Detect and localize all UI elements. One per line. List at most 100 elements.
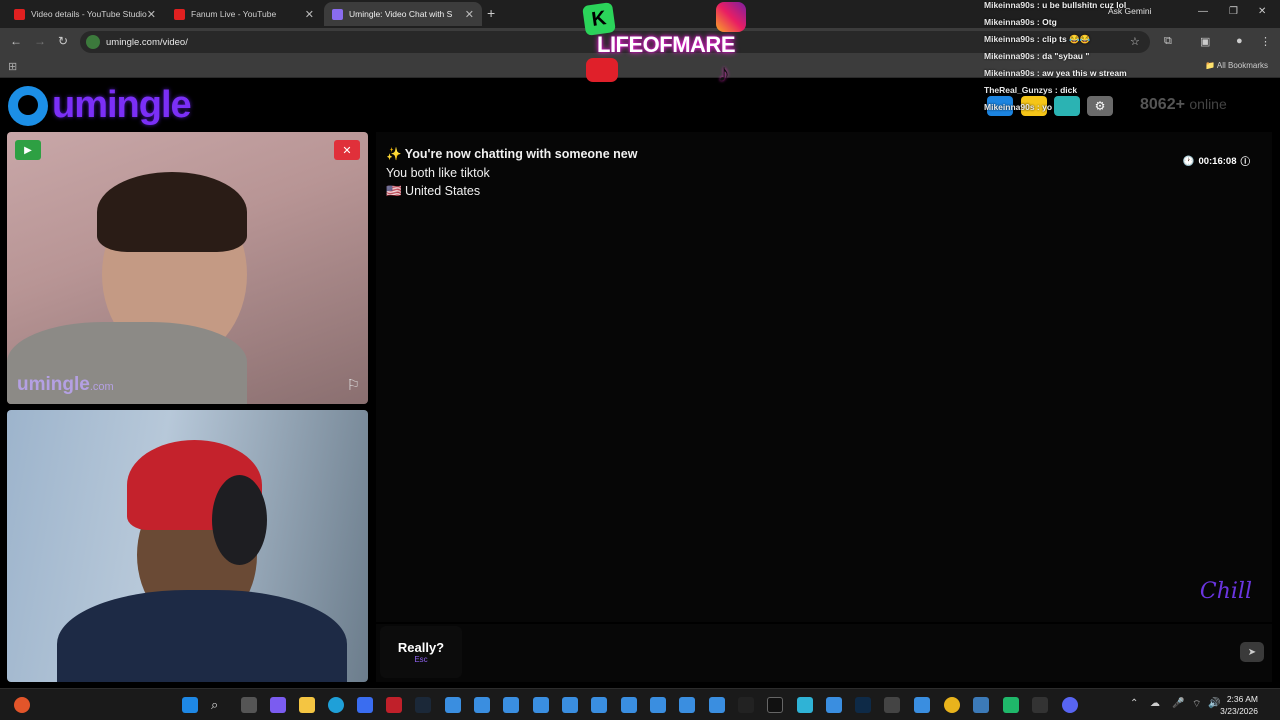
app-icon-13[interactable] (884, 697, 900, 713)
tab-title: Umingle: Video Chat with S (349, 9, 453, 19)
steam-icon[interactable] (415, 697, 431, 713)
sidepanel-icon[interactable]: ▣ (1200, 35, 1210, 48)
photoshop-icon[interactable] (855, 697, 871, 713)
app-icon-6[interactable] (591, 697, 607, 713)
volume-icon[interactable]: 🔊 (1208, 698, 1220, 709)
notification-app-icon[interactable] (14, 697, 30, 713)
system-message: ✨ You're now chatting with someone new (386, 147, 638, 161)
copilot-icon[interactable] (270, 697, 286, 713)
close-tab-icon[interactable]: ✕ (465, 8, 474, 21)
task-view-icon[interactable] (241, 697, 257, 713)
stranger-video: ▶ ✕ umingle.com ⚐ (7, 132, 368, 404)
start-icon[interactable] (182, 697, 198, 713)
discord-icon[interactable] (1062, 697, 1078, 713)
clock-date: 3/23/2026 (1220, 706, 1258, 716)
reload-icon[interactable]: ↻ (58, 34, 68, 48)
all-bookmarks-label: All Bookmarks (1216, 61, 1268, 70)
tab-youtube-studio[interactable]: Video details - YouTube Studio ✕ (6, 2, 164, 26)
app-icon-8[interactable] (650, 697, 666, 713)
app-icon-10[interactable] (709, 697, 725, 713)
youtube-favicon-icon (174, 8, 185, 20)
send-button[interactable]: ➤ (1240, 642, 1264, 662)
country-message: 🇺🇸 United States (386, 184, 481, 198)
extensions-icon[interactable]: ⧉ (1164, 35, 1172, 48)
self-video (7, 410, 368, 682)
skip-button[interactable]: Really? Esc (380, 626, 462, 678)
bookmark-star-icon[interactable]: ☆ (1130, 35, 1140, 48)
windows-taskbar: ⌕ ⌃ ☁ 🎤 ⌔ 🔊 2:36 AM 3/23/2026 (0, 688, 1280, 720)
message-input[interactable] (468, 626, 1238, 678)
menu-icon[interactable]: ⋮ (1260, 35, 1271, 48)
language-button[interactable] (1054, 96, 1080, 116)
close-window-icon[interactable]: ✕ (1258, 6, 1266, 17)
stream-chat-line: Mikeinna90s : yo (984, 102, 1053, 112)
app-icon-14[interactable] (914, 697, 930, 713)
app-icon-2[interactable] (474, 697, 490, 713)
app-icon-15[interactable] (973, 697, 989, 713)
security-app-icon[interactable] (386, 697, 402, 713)
tray-chevron-icon[interactable]: ⌃ (1130, 698, 1138, 709)
stream-chat-line: Mikeinna90s : aw yea this w stream (984, 68, 1127, 78)
app-icon-16[interactable] (1003, 697, 1019, 713)
screen: Video details - YouTube Studio ✕ Fanum L… (0, 0, 1280, 720)
chrome-icon[interactable] (944, 697, 960, 713)
play-button[interactable]: ▶ (15, 140, 41, 160)
apps-grid-icon[interactable]: ⊞ (8, 60, 17, 73)
tiktok-icon: ♪ (718, 60, 730, 87)
all-bookmarks-button[interactable]: 📁 All Bookmarks (1205, 61, 1268, 70)
site-info-icon[interactable] (86, 35, 100, 49)
app-icon-11[interactable] (797, 697, 813, 713)
watermark-suffix: .com (89, 381, 114, 393)
wifi-icon[interactable]: ⌔ (1192, 698, 1201, 711)
chat-panel: ✨ You're now chatting with someone new Y… (376, 132, 1272, 622)
app-icon-9[interactable] (679, 697, 695, 713)
stream-chat-line: Mikeinna90s : Otg (984, 17, 1057, 27)
new-tab-icon[interactable]: + (487, 5, 495, 21)
video-watermark: umingle.com (17, 374, 114, 396)
report-flag-icon[interactable]: ⚐ (347, 376, 360, 394)
app-icon-4[interactable] (533, 697, 549, 713)
close-tab-icon[interactable]: ✕ (147, 8, 156, 21)
tray-app-icon[interactable]: ☁ (1150, 698, 1160, 709)
app-icon-5[interactable] (562, 697, 578, 713)
app-icon-12[interactable] (826, 697, 842, 713)
url-text: umingle.com/video/ (106, 36, 188, 48)
info-icon[interactable]: ⓘ (1240, 154, 1250, 168)
settings-button[interactable]: ⚙ (1087, 96, 1113, 116)
app-icon-1[interactable] (445, 697, 461, 713)
forward-icon[interactable]: → (34, 34, 46, 48)
tab-fanum-live[interactable]: Fanum Live - YouTube ✕ (166, 2, 322, 26)
system-clock[interactable]: 2:36 AM 3/23/2026 (1220, 693, 1258, 717)
tab-title: Video details - YouTube Studio (31, 9, 147, 19)
stream-chat-line: TheReal_Gunzys : dick (984, 85, 1078, 95)
online-count: 8062+ (1140, 96, 1185, 113)
close-tab-icon[interactable]: ✕ (305, 8, 314, 21)
file-explorer-icon[interactable] (299, 697, 315, 713)
clock-icon: 🕐 (1182, 155, 1195, 167)
edge-icon[interactable] (328, 697, 344, 713)
store-icon[interactable] (357, 697, 373, 713)
camera-off-button[interactable]: ✕ (334, 140, 360, 160)
stream-chat-line: Mikeinna90s : clip ts 😂😂 (984, 34, 1091, 44)
stream-chat-line: Mikeinna90s : u be bullshitn cuz lol (984, 0, 1127, 10)
stream-chat-line: Mikeinna90s : da "sybau " (984, 51, 1090, 61)
font-app-icon[interactable] (738, 697, 754, 713)
umingle-favicon-icon (332, 8, 343, 20)
site-logo[interactable]: umingle (52, 84, 192, 127)
app-icon-3[interactable] (503, 697, 519, 713)
interest-message: You both like tiktok (386, 166, 490, 180)
tab-umingle[interactable]: Umingle: Video Chat with S ✕ (324, 2, 482, 26)
search-icon[interactable]: ⌕ (211, 697, 227, 713)
umingle-logo-icon[interactable] (8, 86, 48, 126)
app-icon-7[interactable] (621, 697, 637, 713)
minimize-icon[interactable]: — (1198, 6, 1208, 17)
capcut-icon[interactable] (767, 697, 783, 713)
restore-icon[interactable]: ❐ (1229, 6, 1238, 17)
self-headphones (212, 475, 267, 565)
back-icon[interactable]: ← (10, 34, 22, 48)
overlay-banner-text: LIFEOFMARE (597, 32, 736, 57)
online-counter: 8062+ online (1140, 96, 1227, 114)
app-icon-17[interactable] (1032, 697, 1048, 713)
profile-avatar-icon[interactable]: ● (1236, 35, 1243, 47)
microphone-icon[interactable]: 🎤 (1172, 698, 1184, 709)
